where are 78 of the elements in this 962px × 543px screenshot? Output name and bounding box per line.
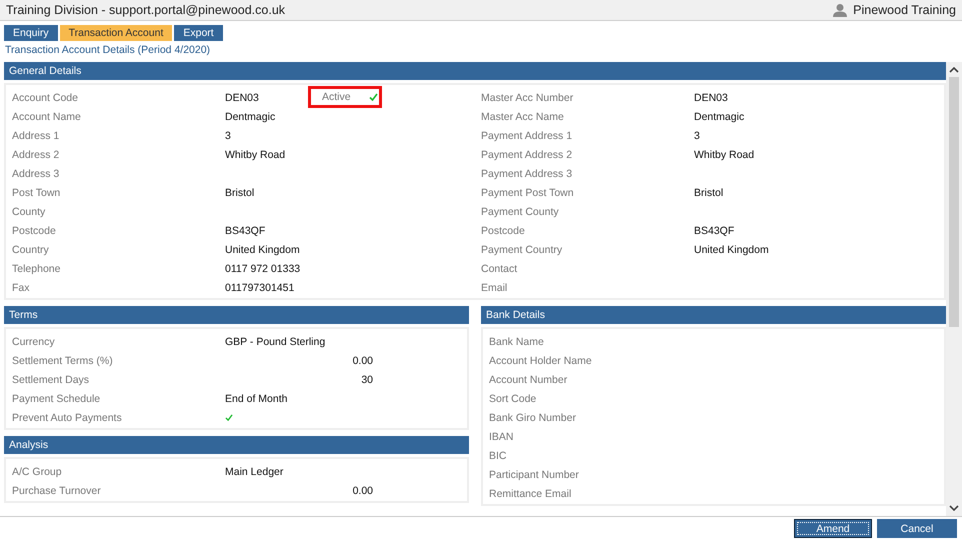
field-label: BIC	[488, 450, 508, 462]
field-label: Account Holder Name	[488, 354, 593, 366]
section-header: General Details	[4, 62, 946, 80]
field-label: A/C Group	[11, 466, 63, 478]
field-value: 3	[225, 130, 231, 142]
field-label: Address 3	[11, 168, 60, 180]
field-value: Bristol	[225, 186, 254, 198]
field-label: IBAN	[488, 430, 515, 442]
field-label: Settlement Days	[11, 374, 90, 386]
tab[interactable]: Enquiry	[4, 25, 58, 41]
field-value: BS43QF	[225, 224, 266, 236]
field-label: Payment Post Town	[480, 186, 575, 198]
field-label: Bank Giro Number	[488, 412, 577, 424]
section-header: Bank Details	[481, 306, 946, 324]
field-label: County	[11, 206, 46, 218]
field-value: Whitby Road	[225, 148, 286, 160]
field-value: DEN03	[694, 92, 728, 104]
page-subtitle: Transaction Account Details (Period 4/2020)	[4, 43, 212, 57]
field-label: Email	[480, 282, 508, 294]
tab[interactable]: Export	[174, 25, 223, 41]
field-label: Postcode	[11, 224, 57, 236]
field-label: Payment Schedule	[11, 392, 102, 404]
tab[interactable]: Transaction Account	[60, 25, 172, 41]
cancel-button[interactable]: Cancel	[877, 519, 957, 538]
field-value: 0117 972 01333	[225, 262, 300, 274]
field-label: Account Name	[11, 110, 82, 122]
field-label: Country	[11, 244, 50, 256]
scroll-up-icon[interactable]	[949, 67, 959, 73]
field-label: Payment County	[480, 206, 560, 218]
scrollbar[interactable]	[946, 62, 962, 516]
user-icon	[833, 3, 848, 17]
amend-button[interactable]: Amend	[794, 519, 872, 538]
field-value: Dentmagic	[694, 110, 744, 122]
field-label: Fax	[11, 282, 31, 294]
field-label: Account Number	[488, 374, 568, 386]
field-label: Payment Address 2	[480, 148, 574, 160]
field-value: Main Ledger	[225, 466, 284, 478]
field-label: Participant Number	[488, 468, 580, 480]
field-value: End of Month	[225, 392, 288, 404]
field-label: Prevent Auto Payments	[11, 412, 123, 424]
section-header: Analysis	[4, 436, 469, 454]
field-label: Bank Name	[488, 336, 545, 348]
field-label: Account Code	[11, 92, 79, 104]
field-value: United Kingdom	[225, 244, 300, 256]
field-label: Remittance Email	[488, 488, 572, 500]
field-label: Master Acc Number	[480, 92, 574, 104]
field-value: 3	[694, 130, 700, 142]
field-value: 011797301451	[225, 282, 294, 294]
field-value: GBP - Pound Sterling	[225, 336, 326, 348]
section-header: Terms	[4, 306, 469, 324]
field-value: BS43QF	[694, 224, 734, 236]
field-label: Sort Code	[488, 392, 538, 404]
scroll-down-icon[interactable]	[949, 505, 959, 511]
field-label: Currency	[11, 336, 56, 348]
field-label: Postcode	[480, 224, 526, 236]
field-value: Dentmagic	[225, 110, 276, 122]
field-label: Payment Country	[480, 244, 564, 256]
field-value: Whitby Road	[694, 148, 754, 160]
field-value: 0.00	[352, 354, 373, 366]
field-label: Post Town	[11, 186, 62, 198]
field-label: Active	[321, 91, 351, 103]
scroll-thumb[interactable]	[949, 77, 959, 327]
field-value: United Kingdom	[694, 244, 769, 256]
field-label: Contact	[480, 262, 518, 274]
field-label: Payment Address 1	[480, 130, 574, 142]
field-value: DEN03	[225, 92, 259, 104]
field-label: Telephone	[11, 262, 62, 274]
field-label: Purchase Turnover	[11, 484, 102, 496]
window-title: Training Division - support.portal@pinewood.co.uk	[6, 3, 286, 17]
field-label: Address 1	[11, 130, 60, 142]
field-label: Settlement Terms (%)	[11, 354, 114, 366]
field-value: 30	[360, 374, 373, 386]
field-value: 0.00	[352, 484, 373, 496]
field-label: Address 2	[11, 148, 60, 160]
field-value: Bristol	[694, 186, 724, 198]
user-name: Pinewood Training	[853, 3, 956, 17]
field-label: Payment Address 3	[480, 168, 574, 180]
field-label: Master Acc Name	[480, 110, 565, 122]
